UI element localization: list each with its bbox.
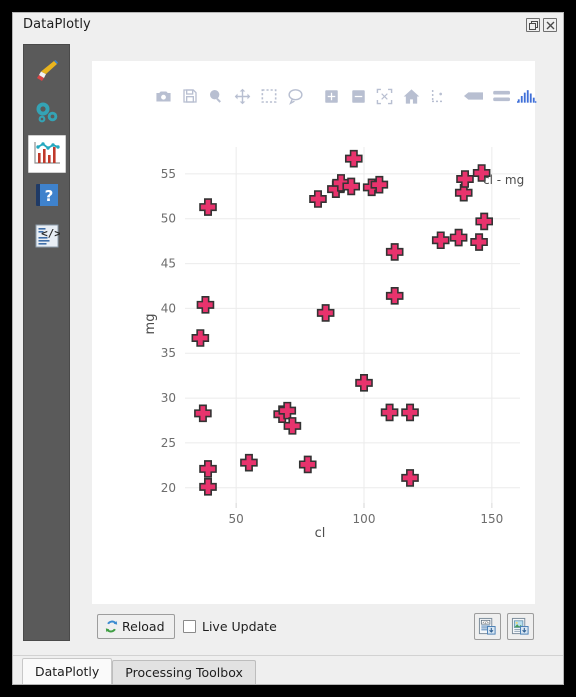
close-icon [546,21,554,29]
tab-processing-toolbox[interactable]: Processing Toolbox [112,660,256,684]
scatter-point[interactable] [470,233,488,251]
sidebar-item-help[interactable]: ? [28,176,66,214]
svg-text:?: ? [44,187,53,205]
y-tick-label: 40 [161,301,176,315]
sidebar-item-code[interactable]: </> [28,217,66,255]
svg-text:</>: </> [483,621,489,625]
live-update-checkbox[interactable]: Live Update [183,619,277,634]
window-title: DataPlotly [23,17,91,32]
window-buttons [526,18,557,32]
plot-legend[interactable]: cl - mg [456,170,524,188]
footer-controls: Reload Live Update </> [92,611,535,645]
sidebar: ? </> [23,44,70,641]
y-tick-label: 20 [161,481,176,495]
code-icon: </> [35,224,60,248]
scatter-point[interactable] [355,374,373,392]
tab-dataplotly[interactable]: DataPlotly [22,658,113,684]
close-button[interactable] [543,18,557,32]
reload-button-label: Reload [122,619,165,634]
x-tick-label: 150 [480,512,503,526]
plot-gridlines [185,147,520,508]
scatter-point[interactable] [191,329,210,347]
paintbrush-icon [36,60,58,81]
scatter-point[interactable] [309,190,327,208]
scatter-point[interactable] [380,403,399,422]
y-tick-label: 30 [161,391,176,405]
scatter-point[interactable] [401,403,419,422]
save-as-image-button[interactable] [507,613,534,640]
save-as-html-button[interactable]: </> [474,613,501,640]
y-axis-title: mg [143,314,158,335]
y-tick-label: 25 [161,436,176,450]
scatter-point[interactable] [298,455,317,474]
chart-icon [33,142,60,164]
scatter-point[interactable] [316,304,335,322]
scatter-point[interactable] [385,243,404,261]
scatter-point[interactable] [196,296,215,314]
undock-icon [528,20,538,30]
x-tick-label: 100 [353,512,376,526]
y-tick-label: 50 [161,212,176,226]
scatter-plot[interactable]: 20 25 30 35 40 45 50 55 50 100 150 cl mg cl - mg [92,61,535,604]
help-book-icon: ? [35,184,58,206]
sidebar-item-plot-view[interactable] [27,135,66,173]
document-image-icon [511,617,529,635]
svg-text:</>: </> [41,227,60,240]
legend-label: cl - mg [483,173,524,187]
scatter-point[interactable] [401,469,419,487]
reload-button[interactable]: Reload [97,614,175,639]
scatter-point[interactable] [283,417,302,435]
scatter-point[interactable] [449,228,468,247]
scatter-point[interactable] [431,231,450,250]
y-tick-label: 45 [161,257,176,271]
undock-button[interactable] [526,18,540,32]
document-code-icon: </> [478,617,496,635]
dataplotly-window: DataPlotly ? </> 20 25 30 35 40 45 50 55… [12,12,564,685]
scatter-point[interactable] [199,460,217,478]
scatter-point[interactable] [240,453,258,472]
live-update-label: Live Update [202,619,277,634]
sidebar-item-settings[interactable] [28,94,66,132]
plot-card: 20 25 30 35 40 45 50 55 50 100 150 cl mg cl - mg [92,61,537,604]
refresh-arrows-icon [105,620,118,633]
scatter-point[interactable] [344,149,363,168]
sidebar-item-plot-type[interactable] [28,53,66,91]
tab-list: DataPlotly Processing Toolbox [22,656,256,684]
export-buttons: </> [474,613,534,640]
x-tick-label: 50 [229,512,244,526]
scatter-point[interactable] [199,198,217,216]
scatter-point[interactable] [385,287,404,305]
x-axis-title: cl [315,526,326,541]
legend-marker [456,170,474,188]
scatter-point[interactable] [194,404,212,423]
title-bar: DataPlotly [13,13,563,39]
live-update-checkbox-box[interactable] [183,620,196,633]
scatter-point[interactable] [199,478,217,496]
gears-icon [36,102,57,123]
tab-bar: DataPlotly Processing Toolbox [13,655,563,684]
scatter-point[interactable] [475,212,493,231]
y-tick-label: 55 [161,167,176,181]
y-tick-label: 35 [161,346,176,360]
